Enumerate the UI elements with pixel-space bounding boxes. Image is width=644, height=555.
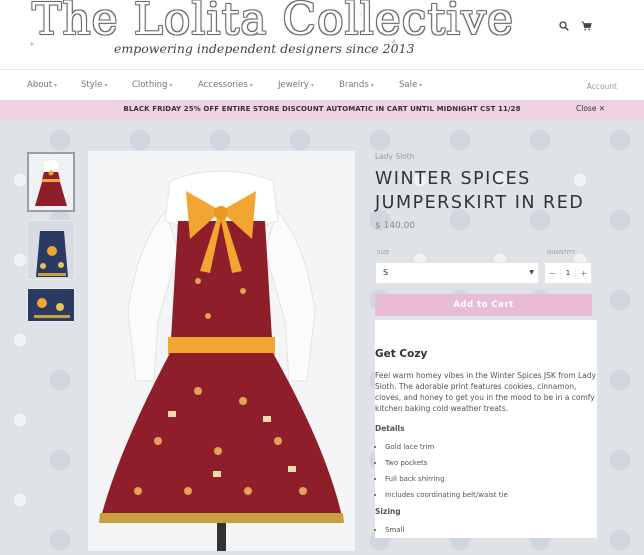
- size-select[interactable]: S ▼: [375, 262, 539, 284]
- thumbnail-print[interactable]: [27, 288, 75, 322]
- chevron-down-icon: ▾: [310, 82, 314, 89]
- main-nav: About ▾ Style ▾ Clothing ▾ Accessories ▾ Jew…: [0, 70, 644, 101]
- nav-item-clothing[interactable]: Clothing ▾: [132, 80, 172, 90]
- product-main-image[interactable]: [88, 151, 355, 551]
- chevron-down-icon: ▾: [419, 82, 423, 89]
- details-list: Gold lace trim Two pockets Full back shi…: [375, 439, 597, 503]
- list-item: Small: [385, 522, 597, 538]
- chevron-down-icon: ▾: [169, 82, 173, 89]
- promo-banner-text: BLACK FRIDAY 25% OFF ENTIRE STORE DISCOU…: [123, 105, 521, 113]
- nav-item-jewelry[interactable]: Jewelry ▾: [278, 80, 314, 90]
- qty-increase-button[interactable]: +: [576, 269, 591, 278]
- add-to-cart-button[interactable]: Add to Cart: [375, 294, 592, 316]
- nav-label: About: [27, 80, 53, 90]
- nav-item-about[interactable]: About ▾: [27, 80, 57, 90]
- thumbnail-front[interactable]: [27, 152, 75, 212]
- sizing-heading: Sizing: [375, 507, 401, 516]
- quantity-input[interactable]: 1: [559, 269, 577, 277]
- list-item: Full back shirring: [385, 471, 597, 487]
- nav-label: Clothing: [132, 80, 168, 90]
- sizing-list: Small: [375, 522, 597, 538]
- description-body: Feel warm homey vibes in the Winter Spic…: [375, 371, 596, 413]
- list-item: Includes coordinating belt/waist tie: [385, 487, 597, 503]
- description-heading: Get Cozy: [375, 348, 428, 360]
- size-select-value: S: [383, 268, 389, 277]
- close-icon: ✕: [598, 104, 606, 113]
- nav-label: Brands: [339, 80, 369, 90]
- size-label: SIZE: [377, 250, 390, 256]
- product-title: WINTER SPICES JUMPERSKIRT IN RED: [375, 169, 585, 213]
- chevron-down-icon: ▾: [249, 82, 253, 89]
- list-item: Gold lace trim: [385, 439, 597, 455]
- logo-tagline: empowering independent designers since 2…: [114, 41, 415, 56]
- quantity-stepper: − 1 +: [544, 262, 592, 284]
- qty-decrease-button[interactable]: −: [545, 269, 560, 278]
- nav-item-accessories[interactable]: Accessories ▾: [198, 80, 253, 90]
- thumbnail-detail[interactable]: [27, 220, 75, 280]
- nav-label: Accessories: [198, 80, 248, 90]
- banner-close-label: Close: [576, 104, 597, 113]
- details-heading: Details: [375, 424, 405, 433]
- product-info: Lady Sloth WINTER SPICES JUMPERSKIRT IN …: [375, 152, 597, 316]
- chevron-down-icon: ▾: [54, 82, 58, 89]
- nav-item-brands[interactable]: Brands ▾: [339, 80, 374, 90]
- logo-title: The Lolita Collective: [32, 0, 515, 45]
- sparkle-decoration: ✦: [28, 40, 36, 50]
- product-price: $ 140.00: [375, 221, 416, 231]
- nav-label: Jewelry: [278, 80, 309, 90]
- search-icon[interactable]: [559, 21, 569, 31]
- sparkle-decoration: ✧: [358, 10, 366, 20]
- site-logo[interactable]: The Lolita Collective empowering indepen…: [28, 0, 513, 62]
- nav-item-style[interactable]: Style ▾: [81, 80, 107, 90]
- nav-label: Sale: [399, 80, 418, 90]
- quantity-label: QUANTITY: [547, 250, 575, 256]
- account-link[interactable]: Account: [587, 82, 617, 91]
- cart-icon[interactable]: [581, 21, 592, 31]
- chevron-down-icon: ▼: [529, 269, 534, 276]
- chevron-down-icon: ▾: [104, 82, 108, 89]
- product-vendor[interactable]: Lady Sloth: [375, 152, 597, 161]
- sparkle-decoration: ✦: [390, 38, 398, 48]
- product-description: Get Cozy Feel warm homey vibes in the Wi…: [375, 320, 597, 538]
- product-thumbnails: [27, 152, 79, 330]
- nav-item-sale[interactable]: Sale ▾: [399, 80, 422, 90]
- promo-banner: BLACK FRIDAY 25% OFF ENTIRE STORE DISCOU…: [0, 100, 644, 120]
- site-header: The Lolita Collective empowering indepen…: [0, 0, 644, 70]
- chevron-down-icon: ▾: [370, 82, 374, 89]
- banner-close-button[interactable]: Close ✕: [576, 104, 605, 113]
- nav-label: Style: [81, 80, 103, 90]
- list-item: Two pockets: [385, 455, 597, 471]
